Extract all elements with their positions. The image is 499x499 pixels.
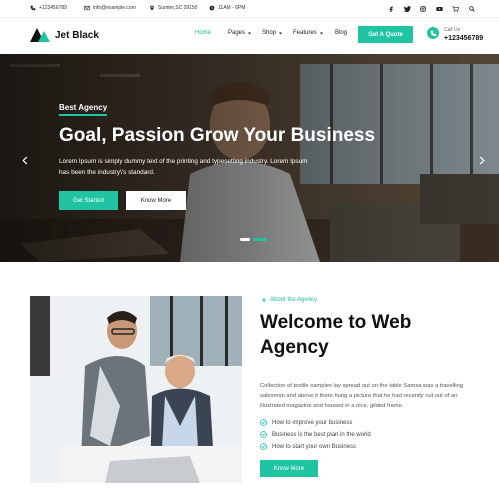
email-icon bbox=[84, 5, 90, 11]
main-header: Jet Black Home Pages Shop Features Blog … bbox=[0, 18, 499, 54]
topbar-hours: 11AM - 6PM bbox=[209, 5, 245, 11]
phone-icon bbox=[30, 5, 36, 11]
hero-text: Lorem Ipsum is simply dummy text of the … bbox=[59, 158, 308, 176]
get-a-quote-button[interactable]: Get A Quote bbox=[358, 26, 413, 43]
about-tag: About the Agency bbox=[261, 297, 317, 303]
about-image bbox=[30, 296, 242, 483]
checklist-item-text: How to start your own Business bbox=[272, 443, 357, 450]
topbar-hours-text: 11AM - 6PM bbox=[218, 5, 246, 11]
about-title: Welcome to Web Agency bbox=[260, 312, 412, 358]
nav-home[interactable]: Home bbox=[195, 30, 211, 36]
chevron-down-icon bbox=[279, 32, 283, 34]
check-circle-icon bbox=[260, 419, 267, 426]
nav-blog[interactable]: Blog bbox=[335, 30, 347, 36]
checklist-item-text: How to improve your business bbox=[272, 419, 353, 426]
check-circle-icon bbox=[260, 443, 267, 450]
hero-title: Goal, Passion Grow Your Business bbox=[59, 125, 376, 146]
top-bar: +123456789 info@example.com Sumter,SC 29… bbox=[0, 0, 499, 18]
topbar-address: Sumter,SC 29150 bbox=[149, 5, 197, 11]
nav-home-label: Home bbox=[195, 30, 212, 36]
slider-next-arrow[interactable] bbox=[477, 154, 487, 166]
topbar-address-text: Sumter,SC 29150 bbox=[158, 5, 198, 11]
slider-prev-arrow[interactable] bbox=[20, 154, 30, 166]
sparkle-icon bbox=[261, 297, 267, 303]
hero-know-more-button[interactable]: Know More bbox=[126, 191, 186, 210]
slider-dot-1[interactable] bbox=[240, 238, 250, 241]
topbar-email-text: info@example.com bbox=[93, 5, 136, 11]
clock-icon bbox=[209, 5, 215, 11]
youtube-icon[interactable] bbox=[433, 3, 445, 15]
topbar-email[interactable]: info@example.com bbox=[84, 5, 136, 11]
nav-pages[interactable]: Pages bbox=[228, 30, 252, 36]
site-logo[interactable]: Jet Black bbox=[30, 28, 99, 42]
checklist-item: How to improve your business bbox=[260, 419, 352, 426]
facebook-icon[interactable] bbox=[385, 3, 397, 15]
search-icon[interactable] bbox=[466, 3, 478, 15]
nav-shop[interactable]: Shop bbox=[262, 30, 283, 36]
about-text: Collection of textile samples lay spread… bbox=[260, 383, 463, 409]
about-tag-text: About the Agency bbox=[270, 297, 318, 303]
slider-dot-2[interactable] bbox=[253, 238, 267, 241]
nav-features-label: Features bbox=[293, 30, 317, 36]
checklist-item: Business is the best plan in the world bbox=[260, 431, 371, 438]
chevron-down-icon bbox=[319, 32, 323, 34]
chevron-down-icon bbox=[248, 32, 252, 34]
check-circle-icon bbox=[260, 431, 267, 438]
checklist-item-text: Business is the best plan in the world bbox=[272, 431, 371, 438]
chevron-right-icon bbox=[479, 155, 485, 165]
call-number[interactable]: +123456789 bbox=[444, 35, 483, 42]
nav-shop-label: Shop bbox=[262, 30, 277, 36]
location-pin-icon bbox=[150, 5, 154, 11]
nav-pages-label: Pages bbox=[228, 30, 246, 36]
chevron-left-icon bbox=[22, 155, 28, 165]
topbar-phone[interactable]: +123456789 bbox=[30, 5, 67, 11]
instagram-icon[interactable] bbox=[417, 3, 429, 15]
call-icon[interactable] bbox=[427, 27, 439, 39]
topbar-phone-text: +123456789 bbox=[39, 5, 67, 11]
nav-features[interactable]: Features bbox=[293, 30, 324, 36]
nav-blog-label: Blog bbox=[335, 30, 348, 36]
get-started-button[interactable]: Get Started bbox=[59, 191, 118, 210]
call-us-label: Call Us bbox=[444, 27, 461, 33]
checklist-item: How to start your own Business bbox=[260, 443, 356, 450]
logo-mark-icon bbox=[30, 28, 50, 42]
about-know-more-button[interactable]: Know More bbox=[260, 460, 318, 477]
cart-icon[interactable] bbox=[449, 3, 461, 15]
twitter-icon[interactable] bbox=[401, 3, 413, 15]
hero-tag: Best Agency bbox=[59, 103, 108, 116]
logo-text: Jet Black bbox=[55, 29, 99, 41]
